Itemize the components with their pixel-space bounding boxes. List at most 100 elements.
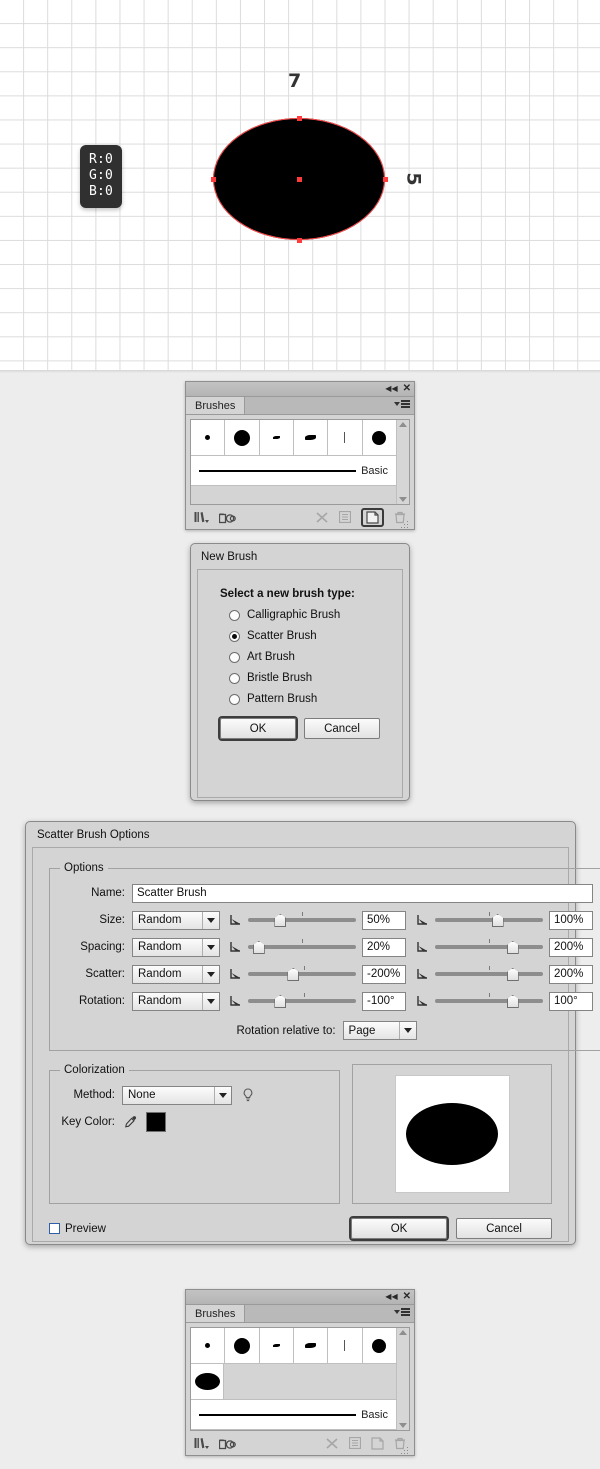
size-mode-select[interactable]: Random	[132, 910, 220, 930]
brush-thumb-thin-line[interactable]	[328, 420, 363, 456]
scatter-mode-select[interactable]: Random	[132, 964, 220, 984]
rotation-max-value[interactable]: 100°	[549, 991, 593, 1011]
spacing-mode-select[interactable]: Random	[132, 937, 220, 957]
remove-brush-stroke-icon[interactable]	[325, 1437, 339, 1450]
preview-checkbox[interactable]	[49, 1223, 60, 1234]
scatter-max-slider[interactable]	[416, 966, 543, 981]
rotation-min-track[interactable]	[248, 993, 356, 1008]
scatter-ok-button[interactable]: OK	[351, 1218, 447, 1239]
slider-thumb[interactable]	[274, 914, 287, 927]
scroll-up-icon[interactable]	[399, 1330, 407, 1335]
spacing-max-value[interactable]: 200%	[549, 937, 593, 957]
brush-name-input[interactable]: Scatter Brush	[132, 883, 593, 903]
colorization-method-select[interactable]: None	[122, 1085, 232, 1105]
collapse-double-left-icon[interactable]: ◀◀	[385, 385, 397, 393]
slider-thumb[interactable]	[491, 914, 504, 927]
brush-stroke-basic[interactable]: Basic	[191, 456, 396, 486]
slider-thumb[interactable]	[252, 941, 265, 954]
rotation-max-slider[interactable]	[416, 993, 543, 1008]
resize-grip-icon[interactable]	[399, 519, 408, 528]
brush-libraries-icon[interactable]	[194, 1437, 210, 1450]
panel-menu-icon[interactable]	[394, 1308, 410, 1316]
size-min-track[interactable]	[248, 912, 356, 927]
rotation-min-slider[interactable]	[229, 993, 356, 1008]
slider-thumb[interactable]	[506, 941, 519, 954]
remove-brush-stroke-icon[interactable]	[315, 511, 329, 524]
spacing-max-track[interactable]	[435, 939, 543, 954]
size-min-value[interactable]: 50%	[362, 910, 406, 930]
anchor-point-center[interactable]	[296, 176, 302, 182]
radio-calligraphic-brush[interactable]: Calligraphic Brush	[229, 609, 380, 621]
eyedropper-icon[interactable]	[124, 1115, 138, 1129]
brush-list[interactable]: Basic	[190, 419, 410, 505]
brush-options-icon[interactable]	[339, 511, 351, 523]
brush-list[interactable]: Basic	[190, 1327, 410, 1431]
radio-scatter-brush[interactable]: Scatter Brush	[229, 630, 380, 642]
rotation-mode-select[interactable]: Random	[132, 991, 220, 1011]
size-max-track[interactable]	[435, 912, 543, 927]
close-icon[interactable]: ✕	[403, 1292, 411, 1302]
slider-thumb[interactable]	[506, 968, 519, 981]
resize-grip-icon[interactable]	[399, 1445, 408, 1454]
slider-thumb[interactable]	[506, 995, 519, 1008]
anchor-point-bottom[interactable]	[296, 237, 302, 243]
new-brush-button[interactable]	[361, 507, 384, 527]
collapse-double-left-icon[interactable]: ◀◀	[385, 1293, 397, 1301]
new-brush-cancel-button[interactable]: Cancel	[304, 718, 380, 739]
lightbulb-tip-icon[interactable]	[242, 1088, 254, 1102]
scatter-cancel-button[interactable]: Cancel	[456, 1218, 552, 1239]
rotation-max-track[interactable]	[435, 993, 543, 1008]
size-max-slider[interactable]	[416, 912, 543, 927]
rotation-relative-select[interactable]: Page	[342, 1021, 417, 1040]
spacing-min-value[interactable]: 20%	[362, 937, 406, 957]
scroll-down-icon[interactable]	[399, 1423, 407, 1428]
brush-libraries-icon[interactable]	[194, 511, 210, 524]
tab-brushes[interactable]: Brushes	[186, 1305, 246, 1322]
scatter-min-slider[interactable]	[229, 966, 356, 981]
brush-list-scrollbar[interactable]	[396, 1328, 409, 1430]
brush-list-scrollbar[interactable]	[396, 420, 409, 504]
libraries-panel-icon[interactable]	[219, 1437, 236, 1450]
libraries-panel-icon[interactable]	[219, 511, 236, 524]
panel-menu-icon[interactable]	[394, 400, 410, 408]
rotation-min-value[interactable]: -100°	[362, 991, 406, 1011]
radio-art-brush[interactable]: Art Brush	[229, 651, 380, 663]
brush-thumb-large-dot[interactable]	[225, 1328, 260, 1364]
key-color-swatch[interactable]	[146, 1112, 166, 1132]
slider-thumb[interactable]	[287, 968, 300, 981]
anchor-point-left[interactable]	[210, 176, 216, 182]
brush-thumb-small-taper[interactable]	[259, 1328, 294, 1364]
new-brush-ok-button[interactable]: OK	[220, 718, 296, 739]
new-brush-icon[interactable]	[371, 1436, 384, 1450]
brush-thumb-large-dot[interactable]	[225, 420, 260, 456]
spacing-min-track[interactable]	[248, 939, 356, 954]
radio-pattern-brush[interactable]: Pattern Brush	[229, 693, 380, 705]
radio-bristle-brush[interactable]: Bristle Brush	[229, 672, 380, 684]
size-max-value[interactable]: 100%	[549, 910, 593, 930]
brush-options-icon[interactable]	[349, 1437, 361, 1449]
brushes-panel-bottom[interactable]: ◀◀ ✕ Brushes Basic	[185, 1289, 415, 1456]
scatter-max-track[interactable]	[435, 966, 543, 981]
brush-thumb-medium-taper[interactable]	[293, 1328, 329, 1364]
scroll-up-icon[interactable]	[399, 422, 407, 427]
illustrator-canvas[interactable]: R:0 G:0 B:0 7 5	[0, 0, 600, 370]
scatter-min-track[interactable]	[248, 966, 356, 981]
brush-thumb-small-dot[interactable]	[191, 1328, 226, 1364]
brush-thumb-round-dot[interactable]	[362, 420, 396, 456]
brush-thumb-scatter-ellipse[interactable]	[191, 1364, 225, 1400]
anchor-point-top[interactable]	[296, 115, 302, 121]
scatter-min-value[interactable]: -200%	[362, 964, 406, 984]
brushes-panel-top[interactable]: ◀◀ ✕ Brushes Basic	[185, 381, 415, 530]
brush-thumb-round-dot[interactable]	[362, 1328, 396, 1364]
tab-brushes[interactable]: Brushes	[186, 397, 246, 414]
size-min-slider[interactable]	[229, 912, 356, 927]
spacing-max-slider[interactable]	[416, 939, 543, 954]
slider-thumb[interactable]	[274, 995, 287, 1008]
brush-thumb-thin-line[interactable]	[328, 1328, 363, 1364]
brush-thumb-small-dot[interactable]	[191, 420, 226, 456]
brush-thumb-small-taper[interactable]	[259, 420, 294, 456]
scatter-max-value[interactable]: 200%	[549, 964, 593, 984]
brush-stroke-basic[interactable]: Basic	[191, 1400, 396, 1430]
anchor-point-right[interactable]	[382, 176, 388, 182]
close-icon[interactable]: ✕	[403, 384, 411, 394]
